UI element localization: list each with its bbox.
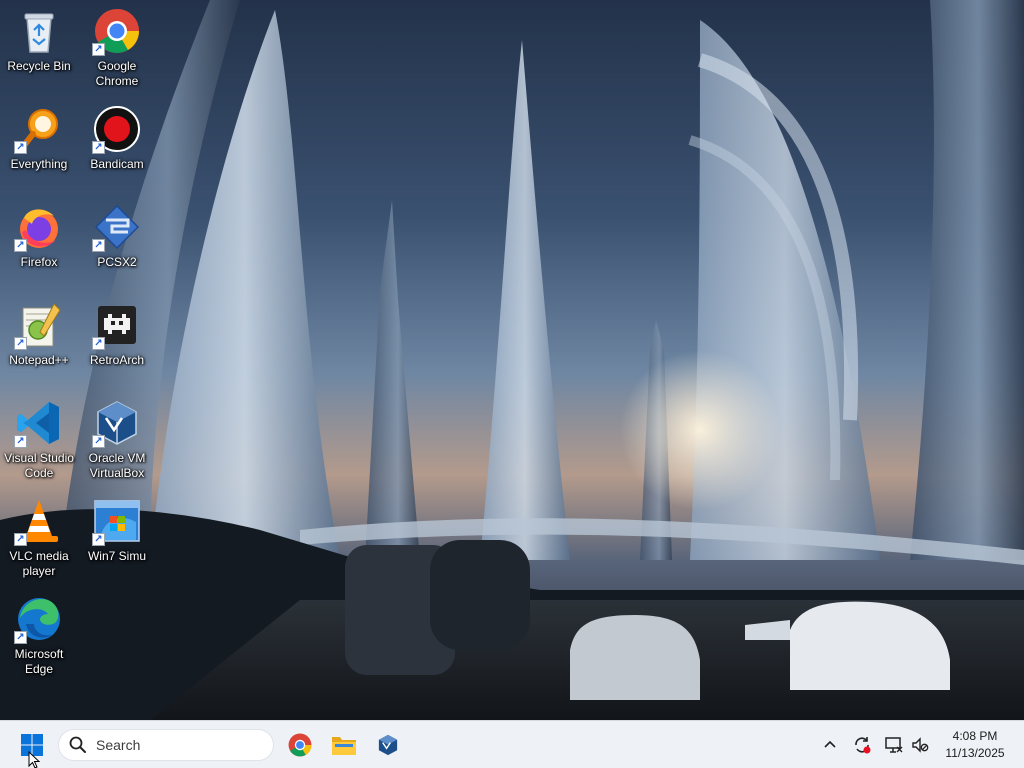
win7-simu-icon: ↗ [92, 496, 142, 546]
everything-search-icon: ↗ [14, 104, 64, 154]
desktop-icon-label: Oracle VM VirtualBox [88, 451, 146, 480]
chrome-icon [288, 733, 312, 757]
shortcut-arrow-icon: ↗ [92, 533, 105, 546]
pcsx2-icon: ↗ [92, 202, 142, 252]
desktop-screen: Recycle Bin ↗ Everything ↗ Firefox ↗ Not… [0, 0, 1024, 768]
virtualbox-icon: ↗ [92, 398, 142, 448]
chrome-icon: ↗ [92, 6, 142, 56]
shortcut-arrow-icon: ↗ [92, 435, 105, 448]
sync-alert-icon [855, 737, 871, 754]
speaker-muted-icon [912, 737, 929, 753]
desktop-icon-pcsx2[interactable]: ↗ PCSX2 [80, 198, 154, 290]
desktop-icon-recycle-bin[interactable]: Recycle Bin [2, 2, 76, 94]
folder-icon [332, 737, 356, 755]
shortcut-arrow-icon: ↗ [14, 239, 27, 252]
desktop-icon-vlc-media-player[interactable]: ↗ VLC media player [2, 492, 76, 584]
shortcut-arrow-icon: ↗ [14, 533, 27, 546]
tray-volume[interactable] [908, 733, 932, 757]
vscode-icon: ↗ [14, 398, 64, 448]
notepad-plus-plus-icon: ↗ [14, 300, 64, 350]
desktop-icon-firefox[interactable]: ↗ Firefox [2, 198, 76, 290]
edge-icon: ↗ [14, 594, 64, 644]
shortcut-arrow-icon: ↗ [14, 631, 27, 644]
taskbar-app-virtualbox[interactable] [368, 729, 408, 761]
desktop-icon-label: Everything [10, 157, 68, 171]
bandicam-record-icon: ↗ [92, 104, 142, 154]
desktop-icon-win7-simu[interactable]: ↗ Win7 Simu [80, 492, 154, 584]
desktop-icon-oracle-vm-virtualbox[interactable]: ↗ Oracle VM VirtualBox [80, 394, 154, 486]
taskbar-clock[interactable]: 4:08 PM 11/13/2025 [936, 728, 1014, 762]
mouse-cursor-icon [28, 751, 40, 768]
shortcut-arrow-icon: ↗ [14, 141, 27, 154]
search-icon [69, 736, 86, 753]
desktop-icon-label: Google Chrome [95, 59, 139, 88]
clock-date: 11/13/2025 [945, 746, 1005, 760]
desktop-icon-microsoft-edge[interactable]: ↗ Microsoft Edge [2, 590, 76, 682]
virtualbox-icon [378, 734, 398, 756]
taskbar: Search 4:08 PM 11/13/2025 [0, 720, 1024, 768]
chevron-up-icon [824, 740, 836, 748]
shortcut-arrow-icon: ↗ [92, 239, 105, 252]
desktop-icon-notepad-plus-plus[interactable]: ↗ Notepad++ [2, 296, 76, 388]
tray-network[interactable] [882, 733, 906, 757]
desktop-icon-label: Visual Studio Code [4, 451, 74, 480]
network-monitor-icon [885, 737, 903, 753]
desktop-icon-label: RetroArch [89, 353, 145, 367]
desktop-icon-label: Notepad++ [9, 353, 69, 367]
shortcut-arrow-icon: ↗ [14, 337, 27, 350]
clock-time: 4:08 PM [952, 729, 998, 743]
desktop-icon-everything[interactable]: ↗ Everything [2, 100, 76, 192]
desktop-icon-retroarch[interactable]: ↗ RetroArch [80, 296, 154, 388]
desktop-icon-label: PCSX2 [97, 255, 137, 269]
retroarch-icon: ↗ [92, 300, 142, 350]
search-placeholder: Search [96, 737, 141, 753]
desktop-icon-label: VLC media player [9, 549, 69, 578]
desktop-icon-label: Win7 Simu [87, 549, 146, 563]
shortcut-arrow-icon: ↗ [92, 337, 105, 350]
shortcut-arrow-icon: ↗ [92, 43, 105, 56]
desktop-icon-label: Firefox [20, 255, 58, 269]
recycle-bin-icon [14, 6, 64, 56]
desktop-icon-bandicam[interactable]: ↗ Bandicam [80, 100, 154, 192]
desktop-icon-label: Bandicam [90, 157, 144, 171]
shortcut-arrow-icon: ↗ [92, 141, 105, 154]
taskbar-app-file-explorer[interactable] [324, 729, 364, 761]
taskbar-search-box[interactable]: Search [58, 729, 274, 761]
desktop-icon-label: Recycle Bin [7, 59, 71, 73]
vlc-cone-icon: ↗ [14, 496, 64, 546]
desktop-icon-label: Microsoft Edge [14, 647, 64, 676]
shortcut-arrow-icon: ↗ [14, 435, 27, 448]
desktop-icon-google-chrome[interactable]: ↗ Google Chrome [80, 2, 154, 94]
desktop-icon-visual-studio-code[interactable]: ↗ Visual Studio Code [2, 394, 76, 486]
tray-show-hidden-icons[interactable] [818, 733, 842, 757]
firefox-icon: ↗ [14, 202, 64, 252]
taskbar-app-chrome[interactable] [280, 729, 320, 761]
tray-sync-status[interactable] [850, 733, 874, 757]
